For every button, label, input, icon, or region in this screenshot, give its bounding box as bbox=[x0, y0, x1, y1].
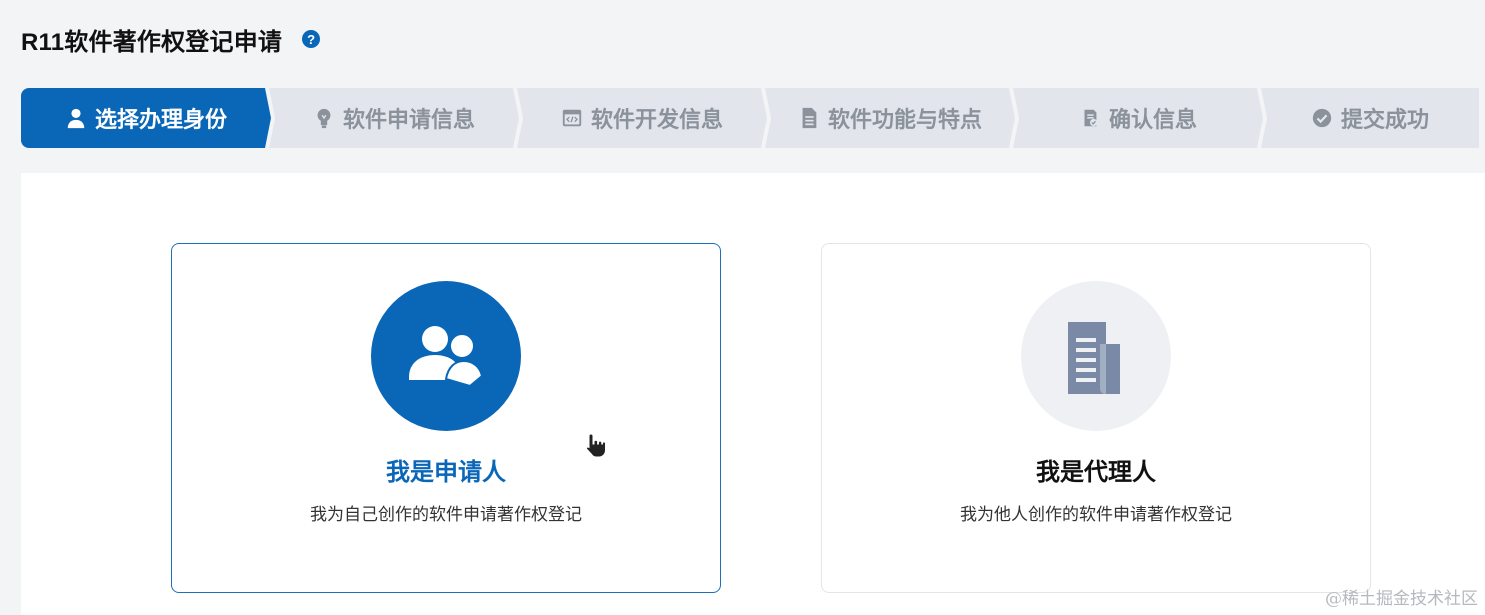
applicant-title: 我是申请人 bbox=[386, 459, 506, 486]
step-label: 选择办理身份 bbox=[94, 107, 227, 132]
steps-bar: 选择办理身份 软件申请信息 软件开发信息 软件功能与特点 确认信息 提交成功 bbox=[21, 88, 1485, 148]
applicant-icon-circle bbox=[371, 281, 521, 431]
agent-description: 我为他人创作的软件申请著作权登记 bbox=[960, 505, 1232, 524]
page: R11软件著作权登记申请 ? 选择办理身份 软件申请信息 软件开发信息 软件功能… bbox=[0, 0, 1485, 615]
applicant-description: 我为自己创作的软件申请著作权登记 bbox=[310, 505, 582, 524]
applicant-card[interactable]: 我是申请人 我为自己创作的软件申请著作权登记 bbox=[171, 243, 721, 593]
step-label: 软件开发信息 bbox=[590, 107, 723, 132]
document-icon bbox=[798, 107, 820, 129]
agent-icon-circle bbox=[1021, 281, 1171, 431]
step-features[interactable]: 软件功能与特点 bbox=[765, 88, 1015, 148]
step-submitted[interactable]: 提交成功 bbox=[1261, 88, 1479, 148]
documents-icon bbox=[1068, 322, 1120, 394]
agent-title: 我是代理人 bbox=[1036, 459, 1156, 486]
code-window-icon bbox=[561, 107, 583, 129]
agent-card[interactable]: 我是代理人 我为他人创作的软件申请著作权登记 bbox=[821, 243, 1371, 593]
step-label: 提交成功 bbox=[1340, 107, 1429, 132]
question-circle-icon[interactable]: ? bbox=[302, 30, 321, 48]
step-label: 软件申请信息 bbox=[342, 107, 475, 132]
page-title: R11软件著作权登记申请 bbox=[21, 28, 283, 56]
step-label: 软件功能与特点 bbox=[827, 107, 982, 132]
step-select-identity[interactable]: 选择办理身份 bbox=[21, 88, 271, 148]
user-icon bbox=[65, 107, 87, 129]
step-confirm[interactable]: 确认信息 bbox=[1013, 88, 1263, 148]
watermark: @稀土掘金技术社区 bbox=[1325, 589, 1478, 609]
step-development-info[interactable]: 软件开发信息 bbox=[517, 88, 767, 148]
users-icon bbox=[409, 326, 484, 388]
header: R11软件著作权登记申请 ? bbox=[21, 22, 321, 56]
mouse-pointer-icon bbox=[585, 433, 606, 458]
lightbulb-icon bbox=[313, 107, 335, 129]
check-circle-icon bbox=[1311, 107, 1333, 129]
step-software-info[interactable]: 软件申请信息 bbox=[269, 88, 519, 148]
clipboard-check-icon bbox=[1079, 107, 1101, 129]
step-label: 确认信息 bbox=[1108, 107, 1197, 132]
identity-panel: 我是申请人 我为自己创作的软件申请著作权登记 我是代理人 我为他人创作的软件申请… bbox=[21, 173, 1485, 615]
